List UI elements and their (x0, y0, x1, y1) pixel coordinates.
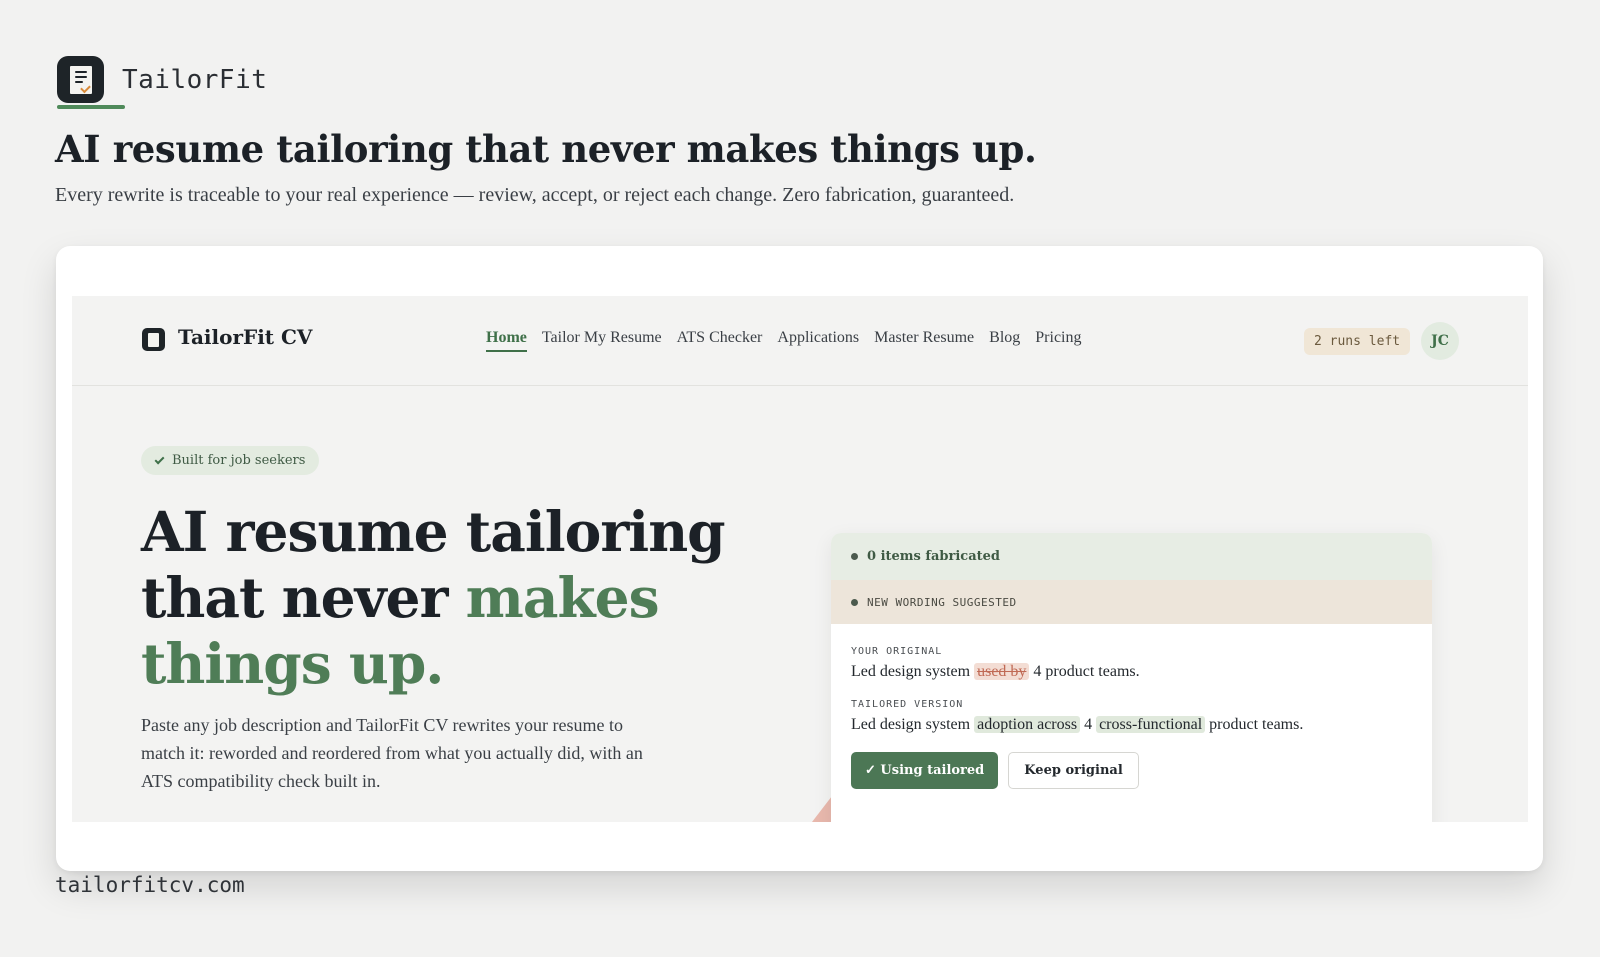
nav-link-applications[interactable]: Applications (777, 329, 859, 352)
nav-link-tailor-my-resume[interactable]: Tailor My Resume (542, 329, 662, 352)
status-dot-icon (851, 598, 858, 606)
nav-link-ats-checker[interactable]: ATS Checker (677, 329, 763, 352)
added-text: adoption across (974, 716, 1081, 733)
review-actions: ✓ Using tailored Keep original (851, 752, 1412, 789)
review-panel: 0 items fabricated NEW WORDING SUGGESTED… (831, 533, 1432, 822)
tailored-label: TAILORED VERSION (851, 699, 964, 710)
use-tailored-button[interactable]: ✓ Using tailored (851, 752, 999, 789)
app-logo-icon[interactable] (142, 328, 165, 351)
review-body: YOUR ORIGINAL Led design system used by … (831, 624, 1432, 789)
original-label: YOUR ORIGINAL (851, 646, 943, 657)
nav-link-master-resume[interactable]: Master Resume (874, 329, 974, 352)
keep-original-button[interactable]: Keep original (1008, 752, 1139, 789)
tailored-text-after: product teams. (1205, 716, 1304, 733)
brand-name: TailorFit (122, 64, 268, 95)
decorative-shape (812, 796, 832, 822)
avatar[interactable]: JC (1421, 322, 1459, 360)
original-text-before: Led design system (851, 663, 975, 680)
original-line: Led design system used by 4 product team… (851, 663, 1412, 681)
runs-left-badge: 2 runs left (1304, 328, 1411, 355)
fabrication-status-label: 0 items fabricated (867, 549, 1000, 564)
brand: TailorFit (57, 56, 267, 103)
nav-links: Home Tailor My Resume ATS Checker Applic… (486, 329, 1081, 352)
checkmark-icon (154, 454, 165, 464)
added-text: cross-functional (1096, 716, 1206, 733)
app-brand[interactable]: TailorFit CV (178, 325, 312, 349)
audience-badge-label: Built for job seekers (172, 453, 306, 468)
nav-link-pricing[interactable]: Pricing (1035, 329, 1081, 352)
document-check-icon (57, 56, 104, 103)
hero-description: Paste any job description and TailorFit … (141, 715, 643, 791)
tailored-text-middle: 4 (1080, 716, 1097, 733)
removed-text: used by (974, 663, 1030, 680)
suggestion-label: NEW WORDING SUGGESTED (867, 595, 1017, 609)
page-headline: AI resume tailoring that never makes thi… (55, 127, 1037, 171)
app-navbar: TailorFit CV Home Tailor My Resume ATS C… (72, 296, 1528, 386)
brand-underline (57, 105, 125, 109)
nav-link-home[interactable]: Home (486, 329, 527, 352)
app-preview: TailorFit CV Home Tailor My Resume ATS C… (72, 296, 1528, 822)
hero-title: AI resume tailoring that never makes thi… (141, 499, 781, 697)
audience-badge: Built for job seekers (141, 446, 320, 475)
suggestion-header: NEW WORDING SUGGESTED (831, 580, 1432, 624)
app-screenshot-card: TailorFit CV Home Tailor My Resume ATS C… (56, 246, 1543, 871)
tailored-line: Led design system adoption across 4 cros… (851, 716, 1412, 734)
tailored-text-before: Led design system (851, 716, 975, 733)
site-url[interactable]: tailorfitcv.com (55, 873, 245, 897)
fabrication-status: 0 items fabricated (831, 533, 1432, 580)
original-text-after: 4 product teams. (1029, 663, 1140, 680)
status-dot-icon (851, 553, 858, 560)
page-subline: Every rewrite is traceable to your real … (55, 184, 1015, 206)
nav-link-blog[interactable]: Blog (989, 329, 1020, 352)
